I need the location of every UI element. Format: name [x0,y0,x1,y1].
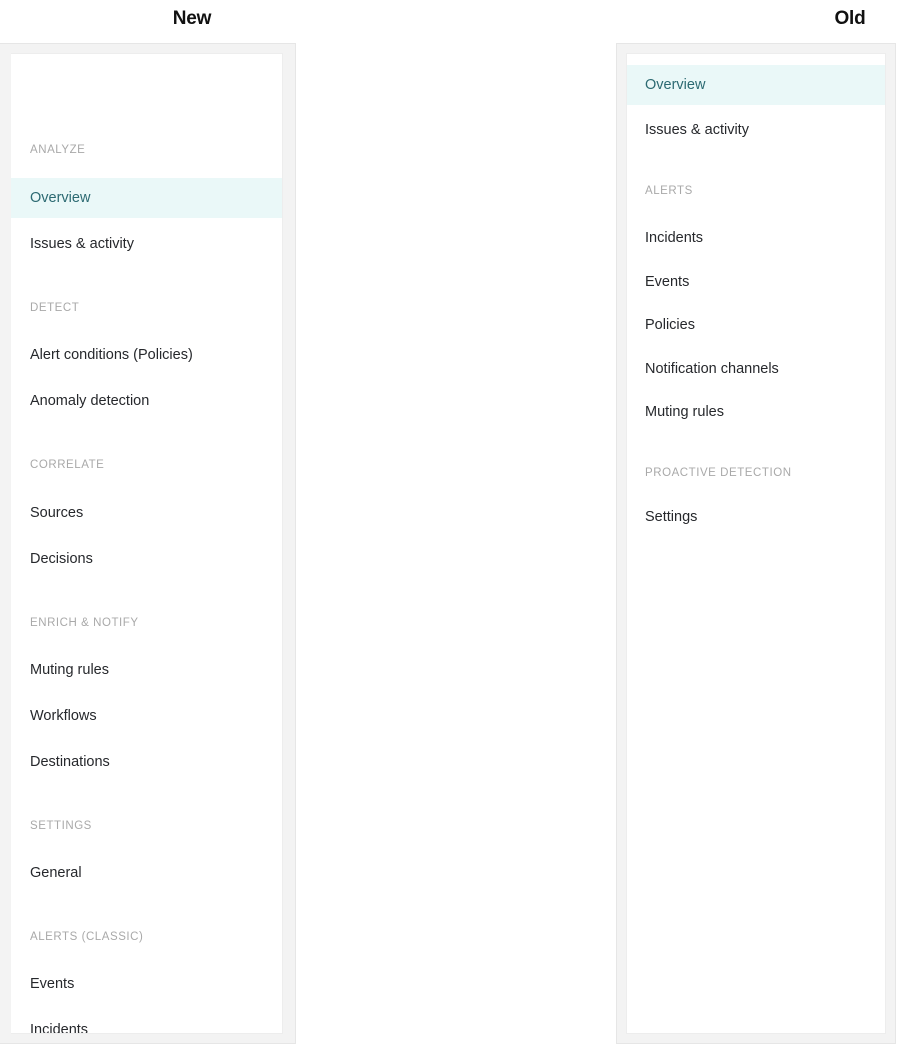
new-nav-item-general[interactable]: General [11,853,282,893]
old-nav-item-events[interactable]: Events [627,262,885,302]
new-nav-panel-shell: ANALYZE Overview Issues & activity DETECT Al… [0,43,296,1044]
new-nav-group-alerts-classic: ALERTS (CLASSIC) [30,931,144,943]
new-nav-item-anomaly-detection[interactable]: Anomaly detection [11,381,282,421]
old-nav-group-alerts: ALERTS [645,185,693,197]
column-heading-new: New [172,8,212,29]
old-nav-item-issues-and-activity[interactable]: Issues & activity [627,110,885,150]
new-nav-item-sources[interactable]: Sources [11,493,282,533]
new-nav-item-decisions[interactable]: Decisions [11,539,282,579]
old-nav-panel: Overview Issues & activity ALERTS Incidents… [626,53,886,1034]
new-nav-list: ANALYZE Overview Issues & activity DETECT Al… [11,54,282,1033]
old-nav-item-policies[interactable]: Policies [627,305,885,345]
new-nav-item-events[interactable]: Events [11,964,282,1004]
new-nav-group-enrich-and-notify: ENRICH & NOTIFY [30,617,139,629]
new-nav-group-analyze: ANALYZE [30,144,86,156]
old-nav-group-proactive-detection: PROACTIVE DETECTION [645,467,792,479]
old-nav-item-notification-channels[interactable]: Notification channels [627,349,885,389]
new-nav-item-incidents[interactable]: Incidents [11,1010,282,1033]
new-nav-item-alert-conditions-policies[interactable]: Alert conditions (Policies) [11,335,282,375]
comparison-stage: New Old ANALYZE Overview Issues & activity… [0,0,900,1047]
old-nav-list: Overview Issues & activity ALERTS Incidents… [627,54,885,1033]
new-nav-item-issues-and-activity[interactable]: Issues & activity [11,224,282,264]
old-nav-panel-shell: Overview Issues & activity ALERTS Incidents… [616,43,896,1044]
old-nav-item-overview[interactable]: Overview [627,65,885,105]
new-nav-item-workflows[interactable]: Workflows [11,696,282,736]
new-nav-item-overview[interactable]: Overview [11,178,282,218]
old-nav-item-incidents[interactable]: Incidents [627,218,885,258]
old-nav-item-muting-rules[interactable]: Muting rules [627,392,885,432]
new-nav-group-correlate: CORRELATE [30,459,105,471]
new-nav-item-destinations[interactable]: Destinations [11,742,282,782]
new-nav-group-settings: SETTINGS [30,820,92,832]
new-nav-panel: ANALYZE Overview Issues & activity DETECT Al… [11,53,283,1034]
column-heading-old: Old [834,8,866,29]
new-nav-group-detect: DETECT [30,302,80,314]
new-nav-item-muting-rules[interactable]: Muting rules [11,650,282,690]
old-nav-item-settings[interactable]: Settings [627,497,885,537]
